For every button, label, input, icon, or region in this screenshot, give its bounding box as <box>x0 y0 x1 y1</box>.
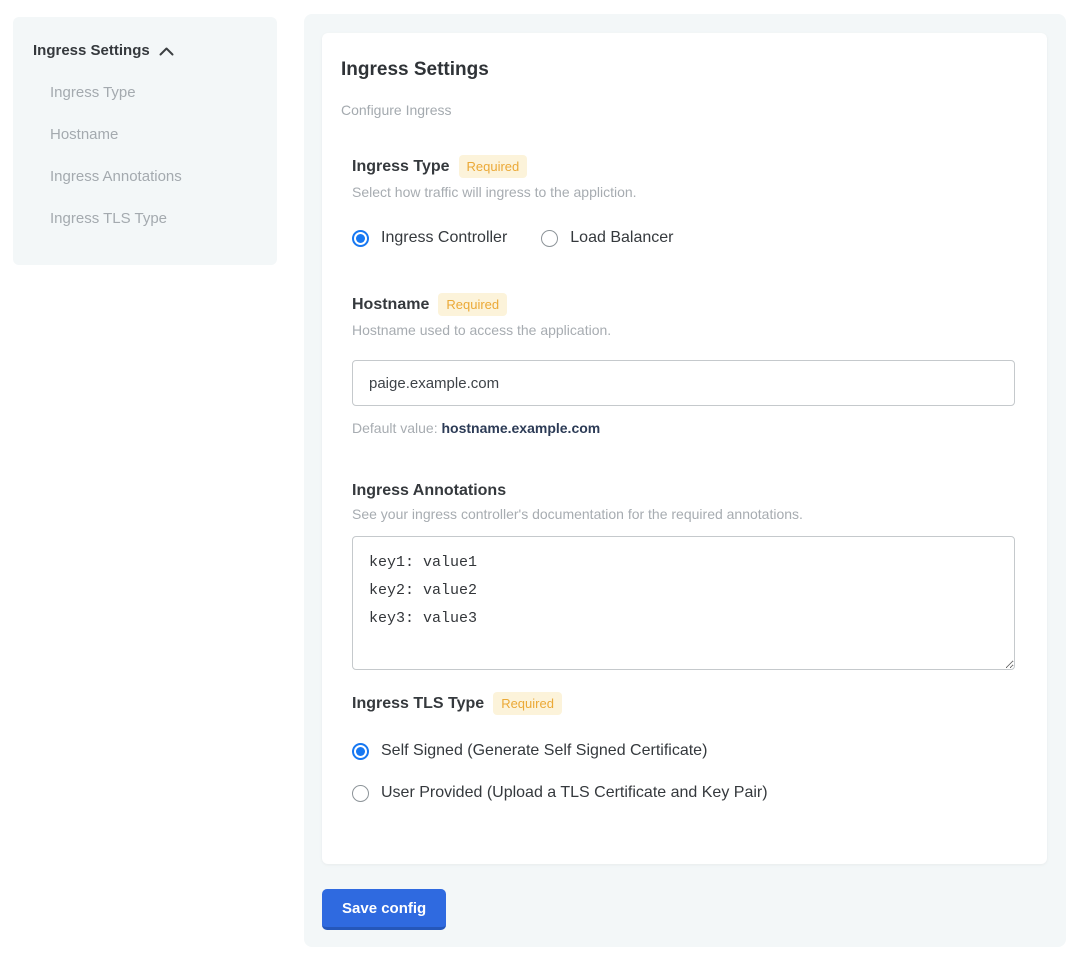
radio-ingress-controller[interactable]: Ingress Controller <box>352 229 507 247</box>
ingress-type-label: Ingress Type <box>352 158 450 176</box>
annotations-label: Ingress Annotations <box>352 482 506 500</box>
radio-user-provided[interactable]: User Provided (Upload a TLS Certificate … <box>352 784 1015 802</box>
radio-label: User Provided (Upload a TLS Certificate … <box>381 784 768 802</box>
annotations-textarea[interactable]: key1: value1 key2: value2 key3: value3 <box>352 536 1015 670</box>
required-badge: Required <box>493 692 562 715</box>
required-badge: Required <box>459 155 528 178</box>
radio-button-icon[interactable] <box>541 230 558 247</box>
sidebar-item-hostname[interactable]: Hostname <box>33 126 257 143</box>
page-title: Ingress Settings <box>341 59 1015 81</box>
sidebar-group-ingress-settings[interactable]: Ingress Settings <box>33 42 257 59</box>
radio-self-signed[interactable]: Self Signed (Generate Self Signed Certif… <box>352 742 1015 760</box>
ingress-type-help: Select how traffic will ingress to the a… <box>352 184 1015 200</box>
radio-label: Self Signed (Generate Self Signed Certif… <box>381 742 707 760</box>
save-config-button[interactable]: Save config <box>322 889 446 930</box>
tls-type-label: Ingress TLS Type <box>352 695 484 713</box>
section-ingress-tls-type: Ingress TLS Type Required Self Signed (G… <box>352 692 1015 802</box>
required-badge: Required <box>438 293 507 316</box>
sidebar-item-ingress-tls-type[interactable]: Ingress TLS Type <box>33 210 257 227</box>
config-card: Ingress Settings Configure Ingress Ingre… <box>322 33 1047 864</box>
section-ingress-type: Ingress Type Required Select how traffic… <box>352 155 1015 247</box>
hostname-label: Hostname <box>352 296 429 314</box>
radio-label: Load Balancer <box>570 229 673 247</box>
radio-label: Ingress Controller <box>381 229 507 247</box>
default-value-text: hostname.example.com <box>442 420 601 436</box>
hostname-default-value: Default value: hostname.example.com <box>352 420 1015 436</box>
radio-load-balancer[interactable]: Load Balancer <box>541 229 673 247</box>
page-subtitle: Configure Ingress <box>341 102 1015 118</box>
section-hostname: Hostname Required Hostname used to acces… <box>352 293 1015 436</box>
default-value-prefix: Default value: <box>352 420 442 436</box>
sidebar-item-ingress-annotations[interactable]: Ingress Annotations <box>33 168 257 185</box>
sidebar-item-ingress-type[interactable]: Ingress Type <box>33 84 257 101</box>
sidebar-group-label: Ingress Settings <box>33 42 150 59</box>
config-panel: Ingress Settings Configure Ingress Ingre… <box>304 14 1066 947</box>
section-ingress-annotations: Ingress Annotations See your ingress con… <box>352 482 1015 670</box>
annotations-help: See your ingress controller's documentat… <box>352 506 1015 522</box>
radio-button-icon[interactable] <box>352 785 369 802</box>
config-sidebar: Ingress Settings Ingress Type Hostname I… <box>13 17 277 265</box>
hostname-help: Hostname used to access the application. <box>352 322 1015 338</box>
radio-button-icon[interactable] <box>352 230 369 247</box>
hostname-input[interactable] <box>352 360 1015 406</box>
radio-button-icon[interactable] <box>352 743 369 760</box>
chevron-up-icon <box>159 47 174 56</box>
